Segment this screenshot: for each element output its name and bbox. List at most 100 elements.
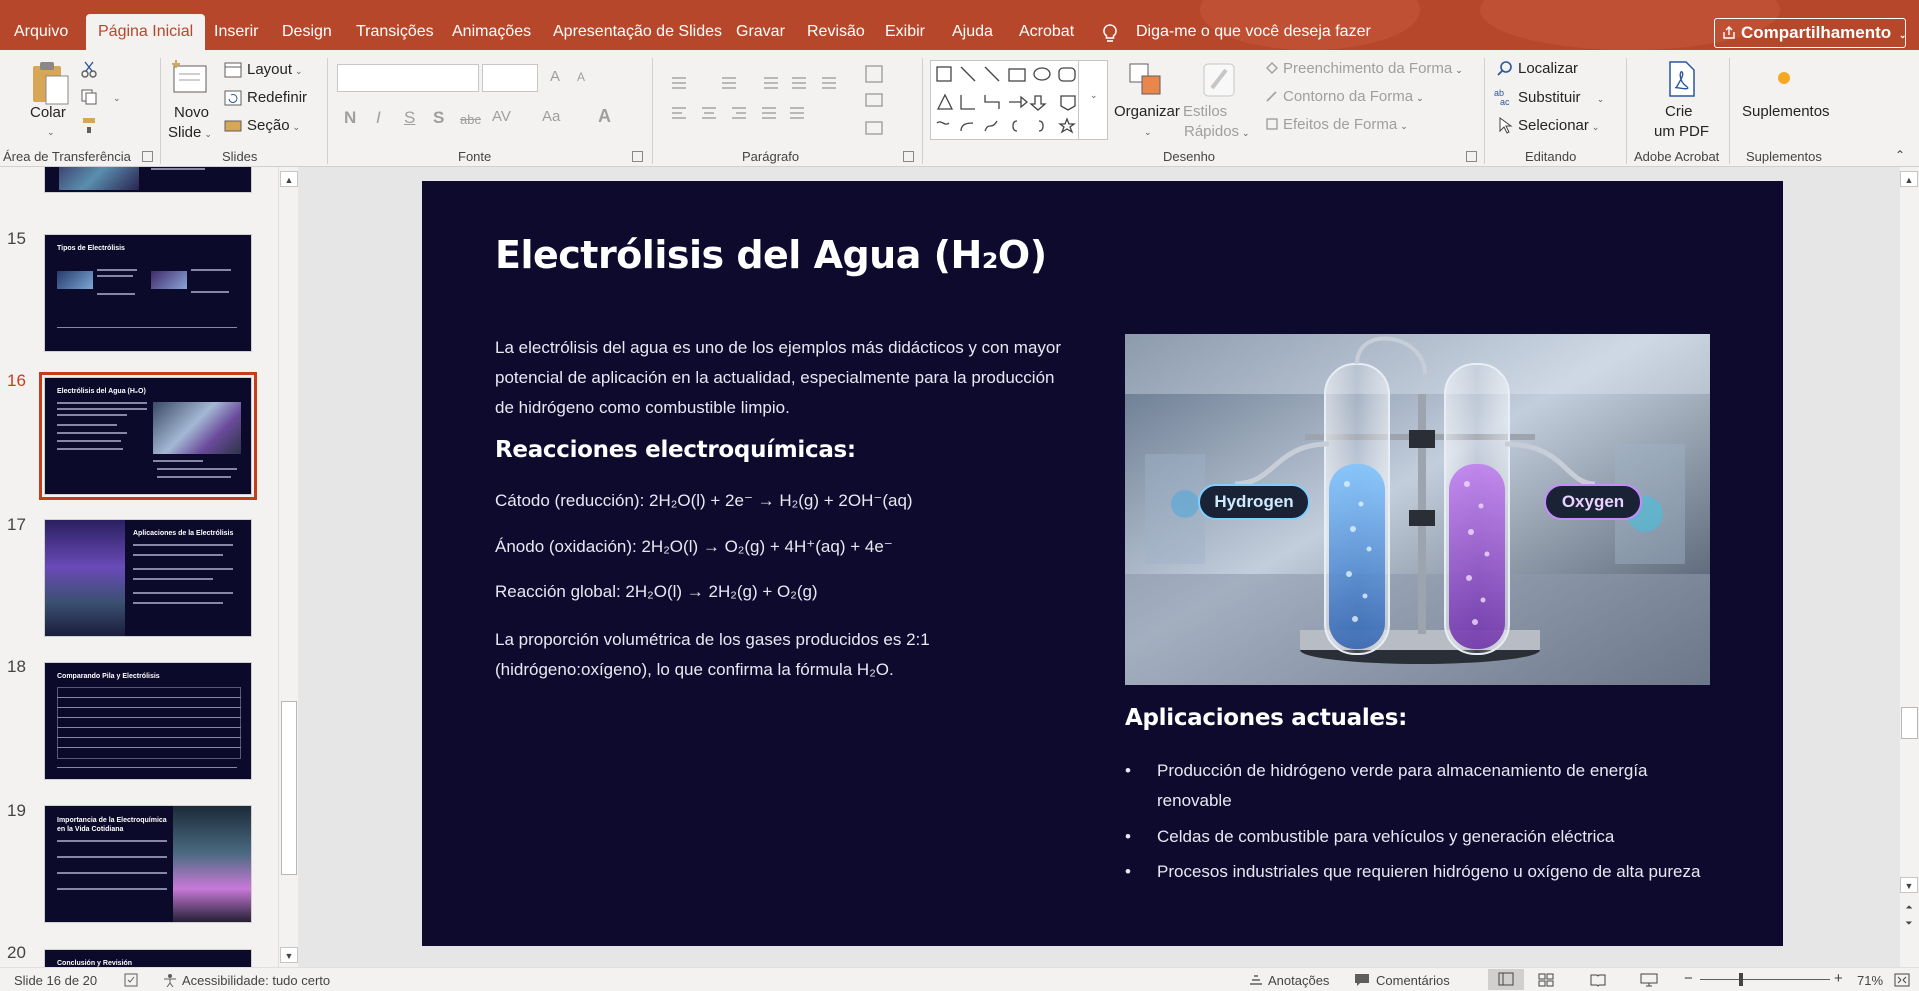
reading-view-icon[interactable] <box>1590 973 1606 987</box>
fit-to-window-icon[interactable] <box>1894 973 1910 987</box>
new-slide-button[interactable]: Slide ⌄ <box>168 124 212 141</box>
zoom-slider-handle[interactable] <box>1739 973 1743 986</box>
application-bullet[interactable]: • Procesos industriales que requieren hid… <box>1125 857 1725 887</box>
copy-icon[interactable] <box>80 88 98 106</box>
slide-thumbnail-selected[interactable]: Electrólisis del Agua (H₂O) <box>39 372 257 500</box>
tab-acrobat[interactable]: Acrobat <box>1007 14 1086 50</box>
notes-button[interactable]: Anotações <box>1268 973 1329 988</box>
paste-dropdown[interactable]: ⌄ <box>44 122 55 139</box>
slide-thumbnail[interactable]: Conclusión y Revisión <box>44 949 252 967</box>
text-direction-icon[interactable] <box>862 60 910 140</box>
slide-sorter-icon[interactable] <box>1538 973 1554 987</box>
slideshow-icon[interactable] <box>1640 973 1658 987</box>
quick-styles-button[interactable]: Rápidos ⌄ <box>1184 123 1250 140</box>
tell-me-search[interactable]: Diga-me o que você deseja fazer <box>1100 14 1371 50</box>
strikethrough-button[interactable]: abc <box>460 112 481 127</box>
dialog-launcher-icon[interactable] <box>1466 151 1477 162</box>
paste-button[interactable]: Colar <box>30 104 66 121</box>
slide-title[interactable]: Electrólisis del Agua (H₂O) <box>495 233 1047 277</box>
scroll-down-arrow-icon[interactable]: ▼ <box>1900 877 1918 893</box>
spelling-icon[interactable] <box>124 973 140 987</box>
copy-dropdown[interactable]: ⌄ <box>110 88 121 105</box>
zoom-out-button[interactable]: − <box>1684 970 1693 987</box>
arrange-dropdown[interactable]: ⌄ <box>1141 122 1152 139</box>
cathode-reaction[interactable]: Cátodo (reducción): 2H₂O(l) + 2e⁻ → H₂(g… <box>495 491 913 511</box>
font-family-input[interactable] <box>337 64 479 92</box>
find-button[interactable]: Localizar <box>1518 60 1578 77</box>
italic-button[interactable]: I <box>376 108 381 128</box>
application-bullet[interactable]: • Producción de hidrógeno verde para alma… <box>1125 756 1725 816</box>
quick-styles-label-1[interactable]: Estilos <box>1183 103 1227 120</box>
replace-button[interactable]: Substituir ⌄ <box>1518 89 1604 106</box>
slide-scrollbar[interactable]: ▲ ▼ ⏶ ⏷ <box>1900 167 1919 967</box>
bold-button[interactable]: N <box>344 108 356 128</box>
tab-exibir[interactable]: Exibir <box>873 14 937 50</box>
dialog-launcher-icon[interactable] <box>142 151 153 162</box>
slide-thumbnail[interactable]: Tipos de Electrólisis <box>44 234 252 352</box>
tab-gravar[interactable]: Gravar <box>724 14 797 50</box>
scroll-up-arrow-icon[interactable]: ▲ <box>1900 171 1918 187</box>
dialog-launcher-icon[interactable] <box>903 151 914 162</box>
arrange-button[interactable]: Organizar <box>1114 103 1180 120</box>
grow-font-button[interactable]: A <box>550 68 560 85</box>
addins-button[interactable]: Suplementos <box>1742 103 1830 120</box>
layout-button[interactable]: Layout ⌄ <box>247 61 303 78</box>
create-pdf-label-1[interactable]: Crie <box>1665 103 1693 120</box>
tab-animacoes[interactable]: Animações <box>440 14 543 50</box>
select-button[interactable]: Selecionar ⌄ <box>1518 117 1599 134</box>
shapes-more-button[interactable]: ⌄ <box>1078 60 1108 140</box>
dialog-launcher-icon[interactable] <box>632 151 643 162</box>
create-pdf-button[interactable]: um PDF <box>1654 123 1709 140</box>
next-slide-icon[interactable]: ⏷ <box>1900 915 1918 931</box>
slide-thumbnail[interactable]: Aplicaciones de la Electrólisis <box>44 519 252 637</box>
reset-button[interactable]: Redefinir <box>247 89 307 106</box>
anode-reaction[interactable]: Ánodo (oxidación): 2H₂O(l) → O₂(g) + 4H⁺… <box>495 537 893 557</box>
tab-arquivo[interactable]: Arquivo <box>2 14 80 50</box>
font-color-button[interactable]: A <box>598 106 611 127</box>
shape-fill-button[interactable]: Preenchimento da Forma ⌄ <box>1283 60 1463 77</box>
tab-ajuda[interactable]: Ajuda <box>940 14 1005 50</box>
thumbnail-scrollbar[interactable]: ▲ ▼ <box>278 167 298 967</box>
tab-inserir[interactable]: Inserir <box>202 14 270 50</box>
application-bullet[interactable]: • Celdas de combustible para vehículos y … <box>1125 822 1725 852</box>
scrollbar-thumb[interactable] <box>1901 707 1918 739</box>
scroll-down-arrow-icon[interactable]: ▼ <box>280 947 298 963</box>
zoom-slider[interactable] <box>1700 979 1830 980</box>
tab-transicoes[interactable]: Transições <box>344 14 446 50</box>
font-size-input[interactable] <box>482 64 538 92</box>
cut-icon[interactable] <box>80 60 98 78</box>
character-spacing-button[interactable]: AV <box>492 108 511 125</box>
shrink-font-button[interactable]: A <box>577 70 585 84</box>
new-slide-label-1[interactable]: Novo <box>174 104 209 121</box>
scrollbar-thumb[interactable] <box>281 701 297 875</box>
text-shadow-button[interactable]: S <box>433 108 444 128</box>
share-button[interactable]: Compartilhamento ⌄ <box>1714 18 1906 48</box>
tab-pagina-inicial[interactable]: Página Inicial <box>86 14 206 50</box>
tab-apresentacao[interactable]: Apresentação de Slides <box>541 14 734 50</box>
intro-paragraph[interactable]: La electrólisis del agua es uno de los e… <box>495 333 1065 423</box>
accessibility-status[interactable]: Acessibilidade: tudo certo <box>182 973 330 988</box>
normal-view-button[interactable] <box>1488 969 1524 990</box>
ratio-paragraph[interactable]: La proporción volumétrica de los gases p… <box>495 625 995 685</box>
slide-thumbnail[interactable]: Importancia de la Electroquímica en la V… <box>44 805 252 923</box>
tab-revisao[interactable]: Revisão <box>795 14 877 50</box>
zoom-level[interactable]: 71% <box>1857 973 1883 988</box>
slide-canvas[interactable]: Electrólisis del Agua (H₂O) La electróli… <box>422 181 1783 946</box>
tab-design[interactable]: Design <box>270 14 344 50</box>
paragraph-controls-icon[interactable] <box>662 70 882 150</box>
slide-thumbnail[interactable] <box>44 167 252 193</box>
zoom-in-button[interactable]: + <box>1834 970 1843 987</box>
electrolysis-image[interactable]: Hydrogen Oxygen <box>1125 334 1710 685</box>
reactions-heading[interactable]: Reacciones electroquímicas: <box>495 437 856 463</box>
section-button[interactable]: Seção ⌄ <box>247 117 300 134</box>
shape-outline-button[interactable]: Contorno da Forma ⌄ <box>1283 88 1424 105</box>
previous-slide-icon[interactable]: ⏶ <box>1900 899 1918 915</box>
change-case-button[interactable]: Aa <box>542 108 560 125</box>
global-reaction[interactable]: Reacción global: 2H₂O(l) → 2H₂(g) + O₂(g… <box>495 582 818 602</box>
format-painter-icon[interactable] <box>80 116 98 134</box>
scroll-up-arrow-icon[interactable]: ▲ <box>280 171 298 187</box>
slide-thumbnail[interactable]: Comparando Pila y Electrólisis <box>44 662 252 780</box>
applications-heading[interactable]: Aplicaciones actuales: <box>1125 705 1407 731</box>
underline-button[interactable]: S <box>404 108 415 128</box>
shape-effects-button[interactable]: Efeitos de Forma ⌄ <box>1283 116 1408 133</box>
